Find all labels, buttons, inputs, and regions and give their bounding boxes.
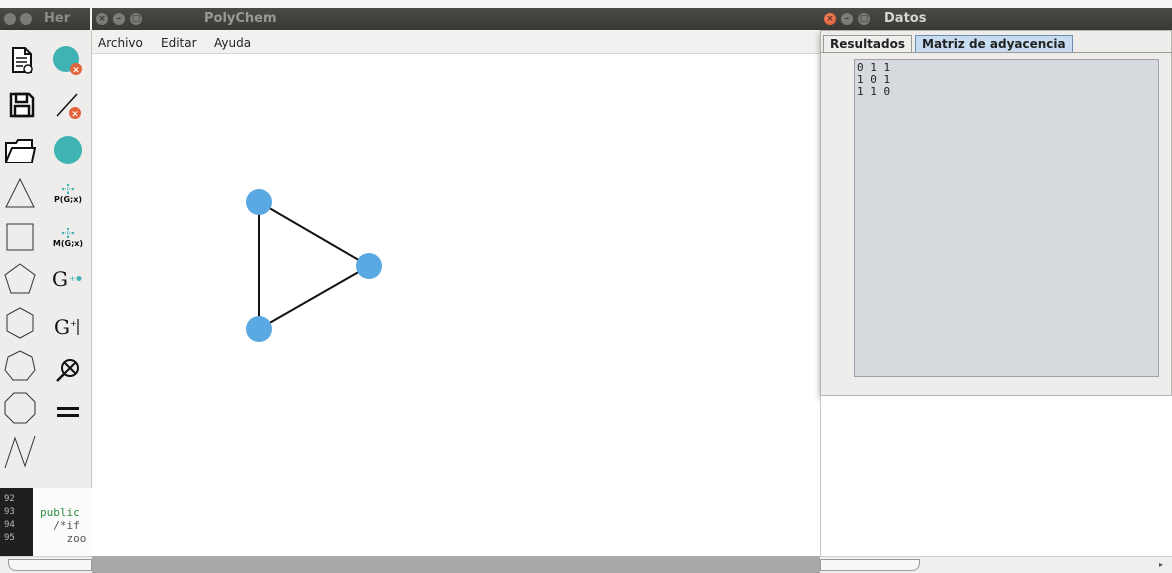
delete-vertex-icon[interactable]: × — [48, 41, 88, 81]
graph-edge[interactable] — [258, 201, 370, 267]
graph-edge[interactable] — [258, 265, 370, 330]
equals-icon[interactable] — [48, 392, 88, 432]
datos-titlebar: × – □ Datos — [820, 8, 1172, 30]
minimize-icon[interactable]: – — [113, 13, 125, 25]
background-horizontal-scrollbar[interactable]: ▸ — [820, 556, 1172, 573]
graph-vertex[interactable] — [246, 189, 272, 215]
svg-text:×: × — [72, 66, 80, 76]
path-icon[interactable] — [0, 432, 40, 472]
menu-editar[interactable]: Editar — [161, 36, 197, 50]
menu-archivo[interactable]: Archivo — [98, 36, 143, 50]
matching-label: M(G;x) — [52, 238, 84, 248]
maximize-icon[interactable]: □ — [130, 13, 142, 25]
graph-add-vertex-icon[interactable]: G + — [48, 259, 88, 299]
triangle-icon[interactable] — [0, 173, 40, 213]
open-folder-icon[interactable] — [0, 130, 40, 170]
zoom-tensor-icon[interactable] — [48, 350, 88, 390]
canvas-horizontal-scrollbar[interactable] — [92, 556, 820, 573]
scroll-right-icon[interactable]: ▸ — [1154, 559, 1168, 571]
pentagon-icon[interactable] — [0, 259, 40, 299]
graph-canvas[interactable] — [92, 54, 820, 556]
graph-add-edge-icon[interactable]: G + — [48, 307, 88, 347]
background-horizontal-scrollbar[interactable] — [0, 556, 92, 573]
minimize-icon[interactable] — [20, 13, 32, 25]
maximize-icon[interactable]: □ — [858, 13, 870, 25]
new-file-icon[interactable] — [2, 41, 42, 81]
background-window-title: Her — [44, 11, 71, 26]
graph-add-edge-label: G — [54, 315, 70, 339]
save-icon[interactable] — [2, 85, 42, 125]
hexagon-icon[interactable] — [0, 303, 40, 343]
close-icon[interactable] — [4, 13, 16, 25]
background-window-titlebar: Her — [0, 8, 90, 30]
svg-text:+: + — [69, 274, 76, 283]
graph-drawing[interactable] — [92, 54, 820, 556]
menu-bar: Archivo Editar Ayuda — [92, 31, 820, 54]
tab-divider — [821, 52, 1172, 53]
graph-add-vertex-label: G — [52, 267, 68, 291]
scrollbar-thumb[interactable] — [820, 559, 920, 571]
tab-matriz-de-adyacencia[interactable]: Matriz de adyacencia — [915, 35, 1073, 53]
close-icon[interactable]: × — [824, 13, 836, 25]
background-window-content — [820, 396, 1172, 556]
polynomial-label: P(G;x) — [53, 194, 83, 204]
minimize-icon[interactable]: – — [841, 13, 853, 25]
svg-text:+: + — [70, 319, 77, 328]
graph-vertex[interactable] — [246, 316, 272, 342]
window-title: PolyChem — [204, 11, 277, 26]
add-vertex-icon[interactable] — [48, 130, 88, 170]
svg-text:×: × — [71, 110, 79, 120]
menu-ayuda[interactable]: Ayuda — [214, 36, 251, 50]
graph-vertex[interactable] — [356, 253, 382, 279]
adjacency-matrix-textarea[interactable]: 0 1 1 1 0 1 1 1 0 — [854, 59, 1159, 377]
tab-resultados[interactable]: Resultados — [823, 35, 912, 53]
matrix-row: 1 0 1 — [857, 73, 891, 86]
tool-palette: × × P(G;x) M(G;x) G + G + — [0, 30, 92, 488]
matrix-row: 0 1 1 — [857, 61, 891, 74]
heptagon-icon[interactable] — [0, 346, 40, 386]
polynomial-icon[interactable]: P(G;x) — [48, 173, 88, 213]
scrollbar-thumb[interactable] — [8, 559, 92, 571]
octagon-icon[interactable] — [0, 388, 40, 428]
delete-edge-icon[interactable]: × — [48, 85, 88, 125]
close-icon[interactable]: × — [96, 13, 108, 25]
polychem-titlebar: × – □ PolyChem — [92, 8, 820, 30]
matching-icon[interactable]: M(G;x) — [48, 217, 88, 257]
datos-window-title: Datos — [884, 11, 927, 26]
matrix-row: 1 1 0 — [857, 85, 891, 98]
square-icon[interactable] — [0, 217, 40, 257]
datos-window: Resultados Matriz de adyacencia 0 1 1 1 … — [820, 30, 1172, 396]
